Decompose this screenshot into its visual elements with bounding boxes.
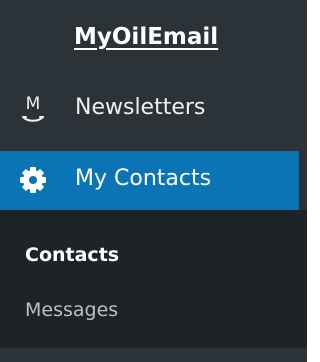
- bottom-divider: [0, 348, 307, 362]
- submenu-item-messages[interactable]: Messages: [25, 299, 118, 321]
- svg-text:M: M: [26, 94, 41, 114]
- sidebar-item-newsletters[interactable]: M Newsletters: [0, 80, 307, 139]
- sidebar-item-my-contacts[interactable]: My Contacts: [0, 151, 299, 210]
- sidebar-item-label: My Contacts: [75, 166, 212, 191]
- sidebar-item-label: Newsletters: [75, 95, 206, 120]
- gear-icon: [16, 163, 50, 197]
- newsletter-icon: M: [16, 92, 50, 126]
- contacts-submenu: Contacts Messages: [0, 210, 307, 362]
- submenu-item-contacts[interactable]: Contacts: [25, 244, 119, 266]
- admin-sidebar: MyOilEmail M Newsletters My Contacts Con…: [0, 0, 307, 362]
- brand-area: MyOilEmail: [0, 14, 307, 74]
- active-indicator-arrow: [299, 174, 307, 186]
- brand-title-link[interactable]: MyOilEmail: [74, 24, 218, 50]
